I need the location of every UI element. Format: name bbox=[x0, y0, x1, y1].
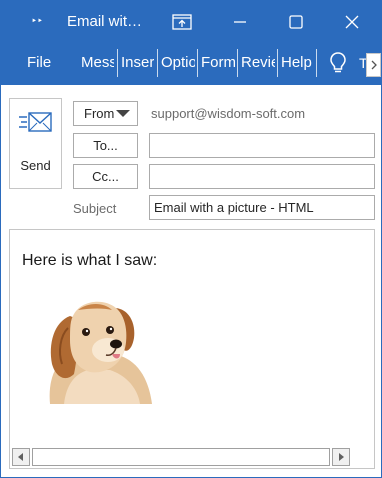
body-text: Here is what I saw: bbox=[22, 252, 158, 269]
scroll-left-arrow-icon[interactable] bbox=[12, 448, 30, 466]
window-title: Email wit… bbox=[67, 13, 143, 30]
tab-format-text[interactable]: Form bbox=[201, 41, 235, 85]
tab-file[interactable]: File bbox=[27, 41, 53, 85]
from-label: From bbox=[84, 106, 115, 121]
tab-separator bbox=[277, 49, 278, 77]
message-body-editor[interactable]: Here is what I saw: bbox=[9, 229, 375, 469]
tab-options[interactable]: Optio bbox=[161, 41, 195, 85]
scrollbar-thumb[interactable] bbox=[32, 448, 330, 466]
tab-separator bbox=[157, 49, 158, 77]
maximize-button[interactable] bbox=[283, 9, 309, 35]
ribbon-tab-bar: File Mess Inser Optio Form Revie Help T bbox=[1, 41, 381, 85]
puppy-image[interactable] bbox=[44, 294, 156, 404]
send-envelope-icon bbox=[19, 111, 53, 137]
quick-access-toolbar-icon[interactable]: ‣‣ bbox=[27, 13, 47, 31]
outlook-compose-window: ‣‣ Email wit… File Mess Inser Optio Form… bbox=[0, 0, 382, 478]
close-button[interactable] bbox=[339, 9, 365, 35]
send-label: Send bbox=[20, 158, 51, 173]
tab-message[interactable]: Mess bbox=[81, 41, 114, 85]
from-dropdown-button[interactable]: From bbox=[73, 101, 138, 126]
minimize-button[interactable] bbox=[227, 9, 253, 35]
subject-field[interactable]: Email with a picture - HTML bbox=[149, 195, 375, 220]
cc-field[interactable] bbox=[149, 164, 375, 189]
ribbon-scroll-right-button[interactable] bbox=[366, 53, 381, 77]
lightbulb-icon[interactable] bbox=[327, 51, 349, 75]
to-field[interactable] bbox=[149, 133, 375, 158]
send-button[interactable]: Send bbox=[9, 98, 62, 189]
horizontal-scrollbar[interactable] bbox=[12, 448, 352, 466]
tab-separator bbox=[237, 49, 238, 77]
chevron-down-icon bbox=[116, 110, 130, 117]
tab-separator bbox=[316, 49, 317, 77]
message-header: Send From support@wisdom-soft.com To... … bbox=[1, 85, 381, 227]
subject-label: Subject bbox=[73, 201, 117, 216]
tab-insert[interactable]: Inser bbox=[121, 41, 154, 85]
to-button[interactable]: To... bbox=[73, 133, 138, 158]
cc-button[interactable]: Cc... bbox=[73, 164, 138, 189]
from-address: support@wisdom-soft.com bbox=[151, 106, 306, 121]
title-bar: ‣‣ Email wit… bbox=[1, 1, 381, 41]
tab-help[interactable]: Help bbox=[281, 41, 315, 85]
tab-separator bbox=[117, 49, 118, 77]
ribbon-display-options-icon[interactable] bbox=[169, 9, 195, 35]
tab-review[interactable]: Revie bbox=[241, 41, 275, 85]
tab-separator bbox=[197, 49, 198, 77]
scroll-right-arrow-icon[interactable] bbox=[332, 448, 350, 466]
